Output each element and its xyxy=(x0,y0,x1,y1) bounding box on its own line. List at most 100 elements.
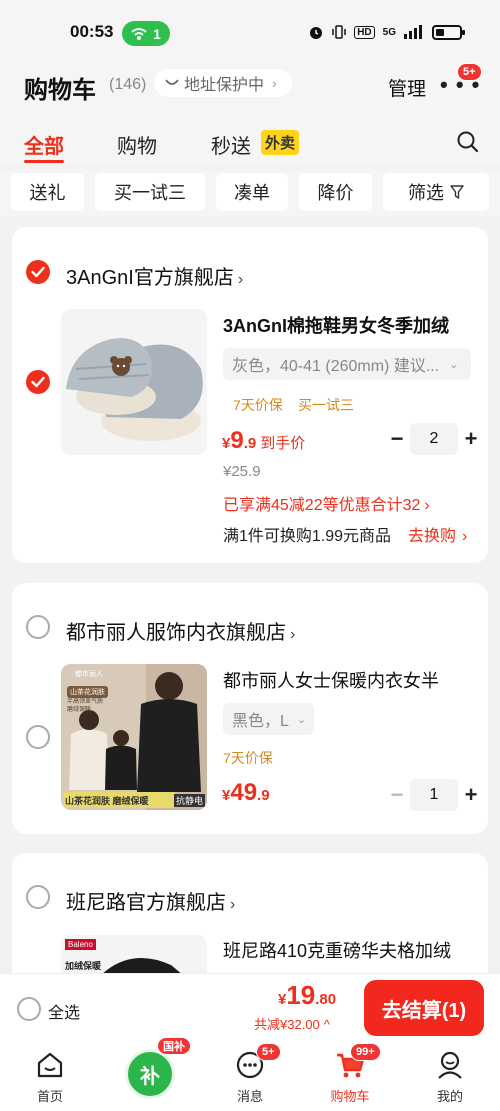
store-name[interactable]: 都市丽人服饰内衣旗舰店 › xyxy=(66,616,295,645)
nav-cart[interactable]: 99+ 购物车 xyxy=(300,1041,400,1111)
increase-button[interactable]: + xyxy=(458,426,484,452)
signal-icon xyxy=(404,25,422,39)
messages-badge: 5+ xyxy=(256,1043,281,1061)
tab-flash-delivery[interactable]: 秒送 xyxy=(211,130,251,159)
price-integer: 49 xyxy=(230,779,258,806)
store-name[interactable]: 3AnGnI官方旗舰店 › xyxy=(66,261,243,290)
discount-detail[interactable]: 共减¥32.00 ^ xyxy=(254,1014,330,1033)
sku-text: 灰色，40-41 (260mm) 建议... xyxy=(232,358,440,375)
nav-home[interactable]: 首页 xyxy=(0,1041,100,1111)
nav-messages[interactable]: 5+ 消息 xyxy=(200,1041,300,1111)
promo-text: 已享满45减22等优惠合计32 xyxy=(223,497,421,514)
sku-selector[interactable]: 灰色，40-41 (260mm) 建议... ⌄ xyxy=(223,348,471,380)
chevron-right-icon: › xyxy=(272,75,277,91)
store-name-text: 都市丽人服饰内衣旗舰店 xyxy=(66,622,286,644)
network-label: 5G xyxy=(382,26,396,38)
status-icons: HD 5G xyxy=(308,24,465,40)
clock: 00:53 xyxy=(70,22,114,41)
nav-label: 首页 xyxy=(36,1089,63,1104)
sku-text: 黑色，L xyxy=(232,713,289,730)
cart-header: 购物车 (146) 地址保护中 › 管理 • • • 5+ xyxy=(0,62,500,110)
tab-bar: 全部 购物 秒送 外卖 xyxy=(0,110,500,164)
wifi-count: 1 xyxy=(153,25,161,42)
nav-label: 消息 xyxy=(236,1089,263,1104)
nav-label: 我的 xyxy=(436,1089,463,1104)
store-card: 3AnGnI官方旗舰店 › 3AnGnI棉拖鞋男女冬季加绒 灰色，40-41 (2… xyxy=(12,227,488,563)
nav-label: 购物车 xyxy=(330,1089,370,1104)
item-checkbox[interactable] xyxy=(26,370,50,394)
tab-all[interactable]: 全部 xyxy=(24,130,64,159)
increase-button[interactable]: + xyxy=(458,782,484,808)
cart-count: (146) xyxy=(109,76,147,93)
store-card: 都市丽人服饰内衣旗舰店 › 都市丽人 山茶花润肤 半高领显气质 磨绒保暖 山茶花润… xyxy=(12,583,488,834)
select-all-label[interactable]: 全选 xyxy=(48,999,80,1023)
price-note: 到手价 xyxy=(260,435,306,452)
price-protect-tag: 7天价保 xyxy=(233,397,283,413)
nav-subsidy[interactable]: 补 国补 xyxy=(100,1037,200,1111)
image-brand-text: 都市丽人 xyxy=(75,671,103,678)
select-all-checkbox[interactable] xyxy=(17,997,41,1021)
alarm-icon xyxy=(310,27,323,39)
product-title[interactable]: 班尼路410克重磅华夫格加绒 xyxy=(223,937,478,963)
chevron-right-icon: › xyxy=(462,528,468,545)
original-price: ¥25.9 xyxy=(223,463,261,480)
more-badge: 5+ xyxy=(457,63,482,81)
quantity-value[interactable]: 1 xyxy=(410,779,458,811)
check-icon xyxy=(31,376,45,388)
filter-row: 送礼 买一试三 凑单 降价 筛选 xyxy=(0,170,500,216)
search-icon[interactable] xyxy=(456,130,480,154)
decrease-button[interactable]: − xyxy=(384,782,410,808)
item-checkbox[interactable] xyxy=(26,725,50,749)
exchange-link[interactable]: 去换购 › xyxy=(408,522,467,546)
image-banner: 山茶花润肤 磨绒保暖 xyxy=(65,796,149,806)
store-checkbox[interactable] xyxy=(26,615,50,639)
manage-button[interactable]: 管理 xyxy=(388,74,426,101)
store-name-text: 3AnGnI官方旗舰店 xyxy=(66,267,234,289)
store-name-text: 班尼路官方旗舰店 xyxy=(66,892,226,914)
page-title: 购物车 xyxy=(24,77,96,104)
product-title[interactable]: 3AnGnI棉拖鞋男女冬季加绒 xyxy=(223,312,473,338)
profile-icon xyxy=(438,1051,462,1079)
total-decimal: .80 xyxy=(315,991,337,1008)
exchange-link-text: 去换购 xyxy=(408,528,457,545)
filter-gift[interactable]: 送礼 xyxy=(11,173,84,211)
tab-shopping[interactable]: 购物 xyxy=(117,130,157,159)
chevron-down-icon: ⌄ xyxy=(296,713,307,726)
image-subtitle: 半高领显气质 磨绒保暖 xyxy=(67,699,104,713)
checkout-bar: 全选 ¥19.80 共减¥32.00 ^ 去结算(1) xyxy=(0,973,500,1041)
discount-text: 共减¥32.00 xyxy=(254,1017,320,1032)
checkout-button[interactable]: 去结算(1) xyxy=(364,980,484,1036)
chevron-right-icon: › xyxy=(424,497,430,514)
promo-summary[interactable]: 已享满45减22等优惠合计32 › xyxy=(223,491,430,515)
product-title[interactable]: 都市丽人女士保暖内衣女半 xyxy=(223,667,473,693)
subsidy-icon: 补 xyxy=(125,1049,175,1099)
store-card: 班尼路官方旗舰店 › Baleno 加绒保暖 班尼路410克重磅华夫格加绒 xyxy=(12,853,488,983)
price-decimal: .9 xyxy=(243,435,257,452)
chevron-up-icon: ^ xyxy=(323,1017,330,1032)
sku-selector[interactable]: 黑色，L ⌄ xyxy=(223,703,314,735)
filter-label: 筛选 xyxy=(408,183,444,203)
chevron-right-icon: › xyxy=(237,271,244,288)
buy-try-tag: 买一试三 xyxy=(298,397,354,413)
store-checkbox[interactable] xyxy=(26,260,50,284)
price-decimal: .9 xyxy=(257,787,270,804)
final-price: ¥49.9 xyxy=(222,779,270,807)
filter-price-drop[interactable]: 降价 xyxy=(299,173,372,211)
store-checkbox[interactable] xyxy=(26,885,50,909)
quantity-value[interactable]: 2 xyxy=(410,423,458,455)
slipper-illustration xyxy=(66,338,203,441)
filter-bundle[interactable]: 凑单 xyxy=(216,173,288,211)
quantity-stepper: − 2 + xyxy=(384,423,484,455)
smile-icon xyxy=(165,79,179,85)
decrease-button[interactable]: − xyxy=(384,426,410,452)
filter-buy-one-try-three[interactable]: 买一试三 xyxy=(95,173,205,211)
filter-button[interactable]: 筛选 xyxy=(383,173,489,211)
address-protection-button[interactable]: 地址保护中 › xyxy=(154,69,292,97)
check-icon xyxy=(31,266,45,278)
product-image-slippers[interactable] xyxy=(61,309,207,455)
store-name[interactable]: 班尼路官方旗舰店 › xyxy=(66,886,235,915)
vibrate-icon xyxy=(332,25,346,39)
nav-profile[interactable]: 我的 xyxy=(400,1041,500,1111)
total-integer: 19 xyxy=(286,980,316,1010)
product-image-thermal-underwear[interactable]: 都市丽人 山茶花润肤 半高领显气质 磨绒保暖 山茶花润肤 磨绒保暖 抗静电 xyxy=(61,664,207,810)
